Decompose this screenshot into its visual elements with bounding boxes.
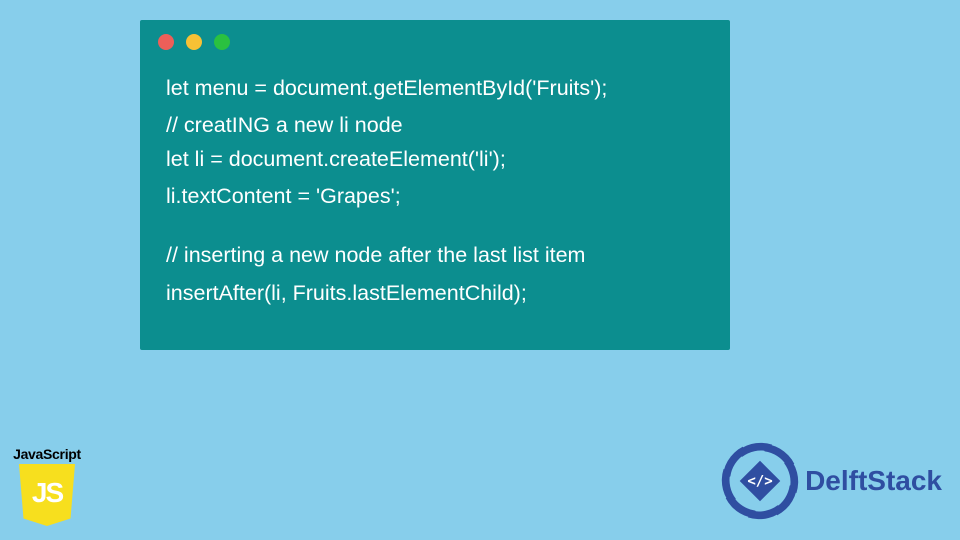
code-line: // creatING a new li node bbox=[166, 113, 403, 137]
close-icon bbox=[158, 34, 174, 50]
code-line: let menu = document.getElementById('Frui… bbox=[166, 76, 607, 100]
minimize-icon bbox=[186, 34, 202, 50]
code-line: // inserting a new node after the last l… bbox=[166, 243, 585, 267]
window-traffic-lights bbox=[158, 34, 230, 50]
code-block: let menu = document.getElementById('Frui… bbox=[166, 72, 710, 310]
svg-text:</>: </> bbox=[747, 474, 772, 490]
delftstack-badge: </> DelftStack bbox=[721, 442, 942, 520]
code-line: li.textContent = 'Grapes'; bbox=[166, 184, 401, 208]
javascript-label: JavaScript bbox=[10, 446, 84, 462]
javascript-glyph: JS bbox=[32, 477, 62, 509]
delftstack-name: DelftStack bbox=[805, 465, 942, 497]
code-line: insertAfter(li, Fruits.lastElementChild)… bbox=[166, 281, 527, 305]
code-window: let menu = document.getElementById('Frui… bbox=[140, 20, 730, 350]
maximize-icon bbox=[214, 34, 230, 50]
delftstack-logo-icon: </> bbox=[721, 442, 799, 520]
code-line: let li = document.createElement('li'); bbox=[166, 147, 506, 171]
javascript-badge: JavaScript JS bbox=[10, 446, 84, 526]
javascript-shield-icon: JS bbox=[19, 464, 75, 526]
